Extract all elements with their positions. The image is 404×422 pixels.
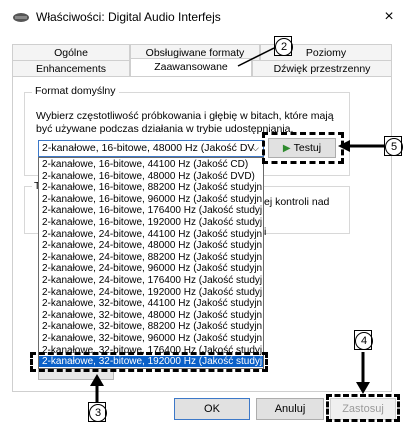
sample-rate-dropdown-list: 2-kanałowe, 16-bitowe, 44100 Hz (Jakość … [38, 157, 264, 369]
dropdown-option[interactable]: 2-kanałowe, 16-bitowe, 44100 Hz (Jakość … [39, 159, 263, 170]
annotation-3-frame [30, 352, 268, 372]
window-title: Właściwości: Digital Audio Interfejs [36, 10, 221, 24]
annotation-3-badge: 3 [88, 402, 107, 422]
chevron-down-icon: ⌵ [252, 143, 259, 153]
dropdown-option[interactable]: 2-kanałowe, 16-bitowe, 176400 Hz (Jakość… [39, 205, 263, 216]
dropdown-option[interactable]: 2-kanałowe, 24-bitowe, 96000 Hz (Jakość … [39, 263, 263, 274]
dropdown-option[interactable]: 2-kanałowe, 24-bitowe, 88200 Hz (Jakość … [39, 252, 263, 263]
annotation-4-frame [326, 394, 400, 422]
annotation-2-number: 2 [275, 38, 293, 56]
dropdown-option[interactable]: 2-kanałowe, 32-bitowe, 96000 Hz (Jakość … [39, 333, 263, 344]
annotation-2-leader [237, 47, 274, 67]
annotation-4-badge: 4 [354, 330, 373, 350]
cancel-button[interactable]: Anuluj [256, 398, 324, 420]
dropdown-option[interactable]: 2-kanałowe, 24-bitowe, 44100 Hz (Jakość … [39, 229, 263, 240]
exclusive-mode-text: ej kontroli nad [264, 196, 330, 208]
dropdown-option[interactable]: 2-kanałowe, 32-bitowe, 88200 Hz (Jakość … [39, 321, 263, 332]
dropdown-option[interactable]: 2-kanałowe, 32-bitowe, 48000 Hz (Jakość … [39, 310, 263, 321]
close-icon[interactable]: × [380, 8, 398, 26]
dropdown-option[interactable]: 2-kanałowe, 16-bitowe, 96000 Hz (Jakość … [39, 194, 263, 205]
tab-enhancements[interactable]: Enhancements [12, 60, 130, 77]
select-value: 2-kanałowe, 16-bitowe, 48000 Hz (Jakość … [42, 142, 255, 154]
tab-general[interactable]: Ogólne [12, 44, 130, 61]
exclusive-mode-text-2: i [264, 226, 267, 238]
dropdown-option[interactable]: 2-kanałowe, 32-bitowe, 44100 Hz (Jakość … [39, 298, 263, 309]
dropdown-option[interactable]: 2-kanałowe, 16-bitowe, 48000 Hz (Jakość … [39, 171, 263, 182]
sample-rate-select[interactable]: 2-kanałowe, 16-bitowe, 48000 Hz (Jakość … [38, 140, 264, 157]
annotation-3-number: 3 [89, 404, 107, 422]
dropdown-option[interactable]: 2-kanałowe, 16-bitowe, 192000 Hz (Jakość… [39, 217, 263, 228]
ok-button[interactable]: OK [174, 398, 250, 420]
group-legend: Format domyślny [32, 85, 119, 97]
dropdown-option[interactable]: 2-kanałowe, 16-bitowe, 88200 Hz (Jakość … [39, 182, 263, 193]
dropdown-option[interactable]: 2-kanałowe, 24-bitowe, 176400 Hz (Jakość… [39, 275, 263, 286]
annotation-5-number: 5 [385, 138, 403, 156]
speaker-icon [13, 13, 29, 22]
annotation-4-number: 4 [355, 332, 373, 350]
dropdown-option[interactable]: 2-kanałowe, 24-bitowe, 192000 Hz (Jakość… [39, 287, 263, 298]
dropdown-option[interactable]: 2-kanałowe, 24-bitowe, 48000 Hz (Jakość … [39, 240, 263, 251]
annotation-4-arrow [356, 352, 370, 394]
annotation-5-badge: 5 [384, 136, 403, 156]
annotation-2-badge: 2 [274, 36, 293, 56]
annotation-5-arrow [338, 140, 386, 152]
annotation-3-arrow [90, 374, 104, 404]
annotation-5-frame [262, 132, 344, 164]
